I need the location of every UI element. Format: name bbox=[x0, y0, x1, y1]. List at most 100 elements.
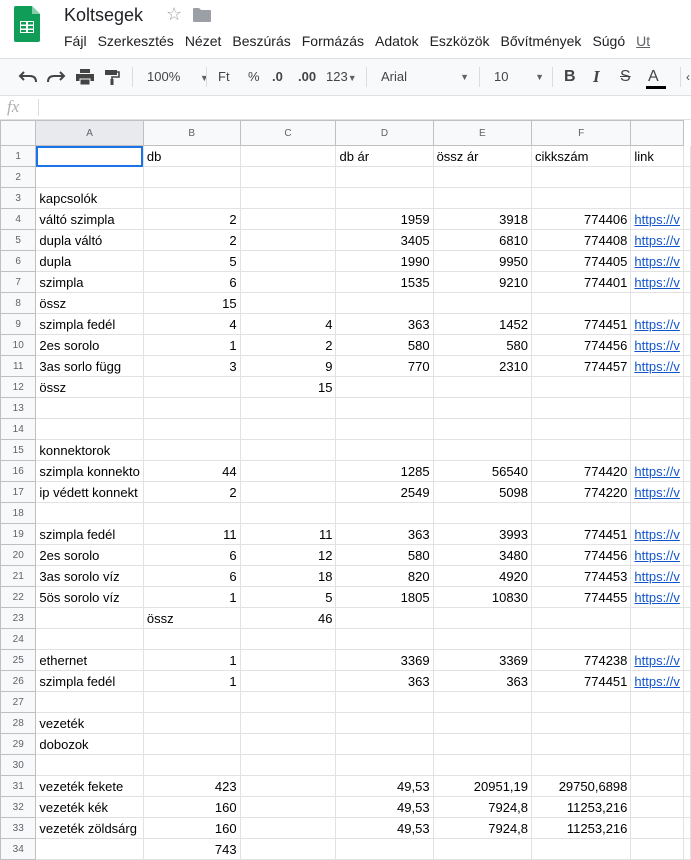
row-header[interactable]: 33 bbox=[0, 817, 37, 839]
grid-cell[interactable]: vezeték kék bbox=[35, 796, 144, 818]
grid-cell[interactable] bbox=[531, 187, 632, 209]
grid-cell[interactable] bbox=[683, 754, 691, 776]
row-header[interactable]: 29 bbox=[0, 733, 37, 755]
grid-cell[interactable] bbox=[531, 397, 632, 419]
grid-cell[interactable] bbox=[240, 838, 337, 860]
grid-cell[interactable] bbox=[683, 460, 691, 482]
grid-cell[interactable]: vezeték fekete bbox=[35, 775, 144, 797]
grid-cell[interactable]: dobozok bbox=[35, 733, 144, 755]
grid-cell[interactable] bbox=[240, 166, 337, 188]
grid-cell[interactable] bbox=[683, 838, 691, 860]
grid-cell[interactable] bbox=[630, 376, 684, 398]
grid-cell[interactable]: 5 bbox=[240, 586, 337, 608]
row-header[interactable]: 5 bbox=[0, 229, 37, 251]
row-header[interactable]: 18 bbox=[0, 502, 37, 524]
grid-cell[interactable]: https://v bbox=[630, 460, 684, 482]
grid-cell[interactable]: https://v bbox=[630, 523, 684, 545]
grid-cell[interactable] bbox=[35, 691, 144, 713]
grid-cell[interactable] bbox=[531, 292, 632, 314]
select-all-corner[interactable] bbox=[0, 120, 37, 146]
grid-cell[interactable]: 9 bbox=[240, 355, 337, 377]
grid-cell[interactable] bbox=[433, 733, 533, 755]
grid-cell[interactable]: 1452 bbox=[433, 313, 533, 335]
grid-cell[interactable]: 774453 bbox=[531, 565, 632, 587]
grid-cell[interactable] bbox=[630, 439, 684, 461]
row-header[interactable]: 19 bbox=[0, 523, 37, 545]
grid-cell[interactable] bbox=[630, 418, 684, 440]
grid-cell[interactable] bbox=[143, 691, 241, 713]
grid-cell[interactable] bbox=[335, 397, 434, 419]
grid-cell[interactable]: 774456 bbox=[531, 334, 632, 356]
grid-cell[interactable] bbox=[531, 418, 632, 440]
grid-cell[interactable]: szimpla konnekto bbox=[35, 460, 144, 482]
grid-cell[interactable] bbox=[683, 586, 691, 608]
column-header[interactable]: F bbox=[531, 120, 632, 146]
grid-cell[interactable]: db ár bbox=[335, 145, 434, 167]
row-header[interactable]: 28 bbox=[0, 712, 37, 734]
grid-cell[interactable] bbox=[433, 607, 533, 629]
grid-cell[interactable] bbox=[433, 166, 533, 188]
grid-cell[interactable] bbox=[143, 502, 241, 524]
column-header[interactable]: D bbox=[335, 120, 434, 146]
grid-cell[interactable]: 774451 bbox=[531, 670, 632, 692]
grid-cell[interactable]: szimpla fedél bbox=[35, 670, 144, 692]
grid-cell[interactable] bbox=[683, 544, 691, 566]
grid-cell[interactable] bbox=[531, 712, 632, 734]
row-header[interactable]: 13 bbox=[0, 397, 37, 419]
grid-cell[interactable]: 11253,216 bbox=[531, 817, 632, 839]
grid-cell[interactable] bbox=[433, 691, 533, 713]
grid-cell[interactable] bbox=[240, 733, 337, 755]
font-size-select[interactable]: 10 ▼ bbox=[494, 59, 544, 95]
bold-button[interactable]: B bbox=[564, 59, 576, 95]
grid-cell[interactable] bbox=[433, 754, 533, 776]
grid-cell[interactable]: 2 bbox=[240, 334, 337, 356]
sheets-logo-icon[interactable] bbox=[14, 6, 40, 42]
menu-addons[interactable]: Bővítmények bbox=[501, 33, 582, 49]
grid-cell[interactable] bbox=[35, 502, 144, 524]
grid-cell[interactable] bbox=[630, 838, 684, 860]
column-header[interactable] bbox=[630, 120, 684, 146]
grid-cell[interactable] bbox=[240, 418, 337, 440]
grid-cell[interactable] bbox=[240, 481, 337, 503]
grid-cell[interactable]: 774451 bbox=[531, 313, 632, 335]
paint-format-icon[interactable] bbox=[104, 69, 120, 85]
grid-cell[interactable]: https://v bbox=[630, 481, 684, 503]
grid-cell[interactable]: 820 bbox=[335, 565, 434, 587]
grid-cell[interactable]: https://v bbox=[630, 208, 684, 230]
grid-cell[interactable] bbox=[683, 628, 691, 650]
grid-cell[interactable]: 11 bbox=[143, 523, 241, 545]
grid-cell[interactable]: 774405 bbox=[531, 250, 632, 272]
grid-cell[interactable] bbox=[240, 628, 337, 650]
grid-cell[interactable]: szimpla fedél bbox=[35, 313, 144, 335]
grid-cell[interactable]: 49,53 bbox=[335, 796, 434, 818]
row-header[interactable]: 24 bbox=[0, 628, 37, 650]
row-header[interactable]: 11 bbox=[0, 355, 37, 377]
grid-cell[interactable] bbox=[143, 628, 241, 650]
grid-cell[interactable]: 4 bbox=[240, 313, 337, 335]
grid-cell[interactable]: 2 bbox=[143, 481, 241, 503]
grid-cell[interactable]: 2 bbox=[143, 229, 241, 251]
row-header[interactable]: 1 bbox=[0, 145, 37, 167]
increase-decimal-button[interactable]: .00 bbox=[298, 59, 316, 95]
grid-cell[interactable]: 774238 bbox=[531, 649, 632, 671]
menu-file[interactable]: Fájl bbox=[64, 33, 87, 49]
grid-cell[interactable] bbox=[683, 733, 691, 755]
grid-cell[interactable]: 774406 bbox=[531, 208, 632, 230]
grid-cell[interactable] bbox=[433, 397, 533, 419]
grid-cell[interactable] bbox=[630, 712, 684, 734]
menu-help[interactable]: Súgó bbox=[592, 33, 625, 49]
grid-cell[interactable] bbox=[630, 817, 684, 839]
grid-cell[interactable] bbox=[240, 670, 337, 692]
grid-cell[interactable] bbox=[683, 607, 691, 629]
grid-cell[interactable]: 7924,8 bbox=[433, 817, 533, 839]
grid-cell[interactable]: 363 bbox=[335, 670, 434, 692]
grid-cell[interactable] bbox=[335, 838, 434, 860]
grid-cell[interactable]: 363 bbox=[433, 670, 533, 692]
row-header[interactable]: 2 bbox=[0, 166, 37, 188]
menu-format[interactable]: Formázás bbox=[302, 33, 364, 49]
grid-cell[interactable] bbox=[240, 649, 337, 671]
grid-cell[interactable]: 363 bbox=[335, 523, 434, 545]
row-header[interactable]: 9 bbox=[0, 313, 37, 335]
grid-cell[interactable]: 3369 bbox=[433, 649, 533, 671]
grid-cell[interactable]: 9210 bbox=[433, 271, 533, 293]
